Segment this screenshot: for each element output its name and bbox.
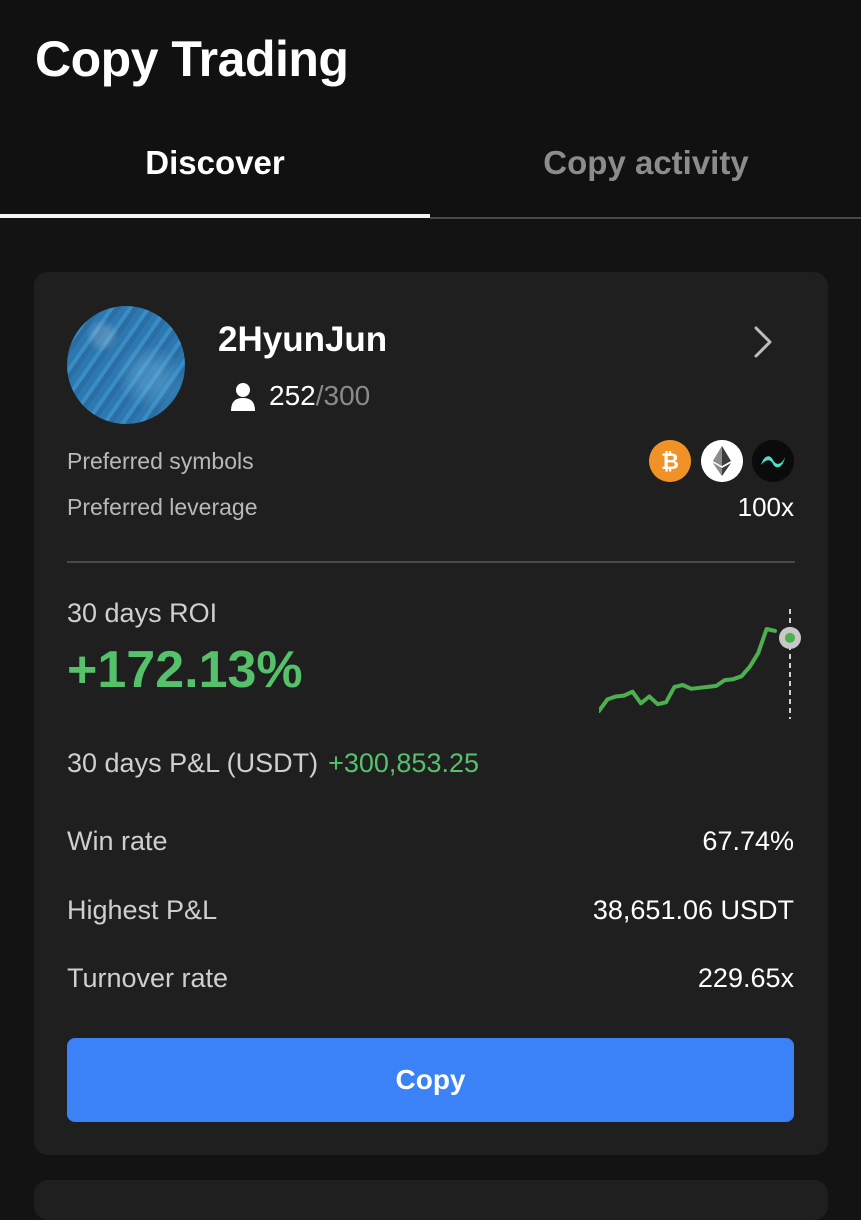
preferred-symbols-label: Preferred symbols — [67, 448, 254, 474]
roi-label: 30 days ROI — [67, 598, 218, 628]
divider — [67, 561, 795, 563]
tab-discover[interactable]: Discover — [0, 120, 430, 220]
followers-separator: / — [315, 380, 324, 411]
next-trader-card[interactable] — [34, 1180, 828, 1220]
token-icon — [752, 440, 794, 482]
trader-card[interactable]: 2HyunJun 252/300 Preferred symbols ₿ Pre… — [34, 272, 828, 1155]
turnover-rate-value: 229.65x — [697, 963, 794, 993]
page-title: Copy Trading — [35, 31, 349, 87]
pnl-row: 30 days P&L (USDT) +300,853.25 — [67, 748, 479, 779]
highest-pnl-label: Highest P&L — [67, 895, 218, 925]
pnl-value: +300,853.25 — [328, 748, 479, 778]
highest-pnl-value: 38,651.06 USDT — [592, 895, 794, 925]
person-icon — [231, 383, 255, 411]
copy-button[interactable]: Copy — [67, 1038, 794, 1122]
win-rate-value: 67.74% — [702, 826, 794, 856]
header: Copy Trading Discover Copy activity — [0, 0, 861, 220]
followers-current: 252 — [269, 380, 316, 411]
tab-divider — [430, 217, 861, 219]
tab-bar: Discover Copy activity — [0, 120, 861, 220]
avatar[interactable] — [67, 306, 185, 424]
preferred-leverage-label: Preferred leverage — [67, 494, 258, 520]
followers-max: 300 — [323, 380, 371, 411]
tab-copy-activity[interactable]: Copy activity — [431, 120, 861, 220]
sparkline-marker-center — [785, 632, 795, 643]
roi-sparkline — [599, 609, 801, 719]
win-rate-label: Win rate — [67, 826, 168, 856]
roi-value: +172.13% — [67, 641, 303, 699]
chevron-right-icon[interactable] — [748, 324, 776, 360]
bitcoin-icon: ₿ — [649, 440, 691, 482]
trader-name[interactable]: 2HyunJun — [218, 320, 387, 360]
pnl-label: 30 days P&L (USDT) — [67, 748, 319, 778]
ethereum-icon — [701, 440, 743, 482]
sparkline-series — [599, 627, 777, 713]
active-tab-indicator — [0, 214, 430, 218]
turnover-rate-label: Turnover rate — [67, 963, 229, 993]
preferred-leverage-value: 100x — [737, 492, 794, 522]
svg-text:₿: ₿ — [661, 450, 679, 475]
